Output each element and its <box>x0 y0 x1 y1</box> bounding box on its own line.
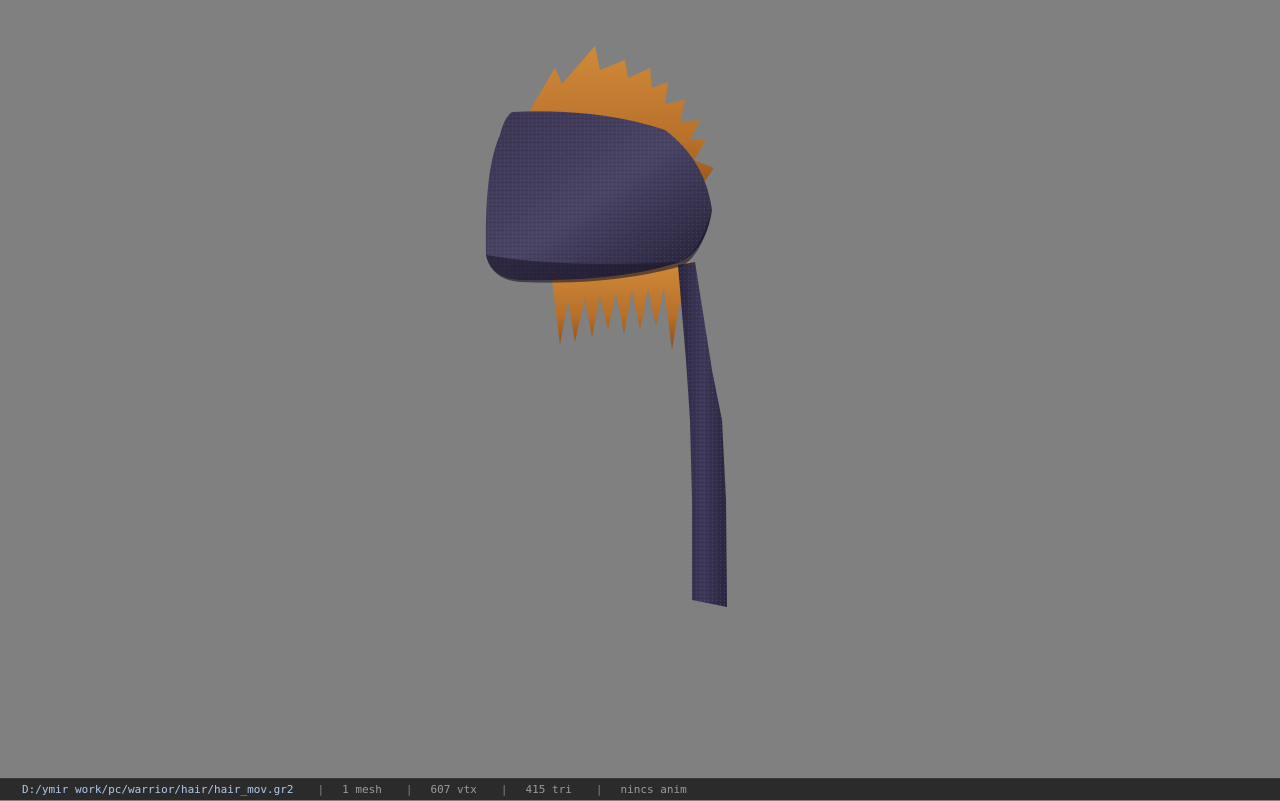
headband-tail <box>678 262 727 607</box>
triangle-count: 415 tri <box>525 783 572 796</box>
status-bar: D:/ymir work/pc/warrior/hair/hair_mov.gr… <box>0 778 1280 800</box>
3d-viewport[interactable] <box>0 0 1280 778</box>
status-separator: | <box>317 783 325 796</box>
vertex-count: 607 vtx <box>430 783 477 796</box>
status-separator: | <box>405 783 413 796</box>
hair-model-render <box>485 46 727 607</box>
mesh-count: 1 mesh <box>342 783 382 796</box>
animation-status: nincs anim <box>620 783 687 796</box>
file-path: D:/ymir work/pc/warrior/hair/hair_mov.gr… <box>22 783 294 796</box>
status-separator: | <box>595 783 603 796</box>
status-separator: | <box>500 783 508 796</box>
